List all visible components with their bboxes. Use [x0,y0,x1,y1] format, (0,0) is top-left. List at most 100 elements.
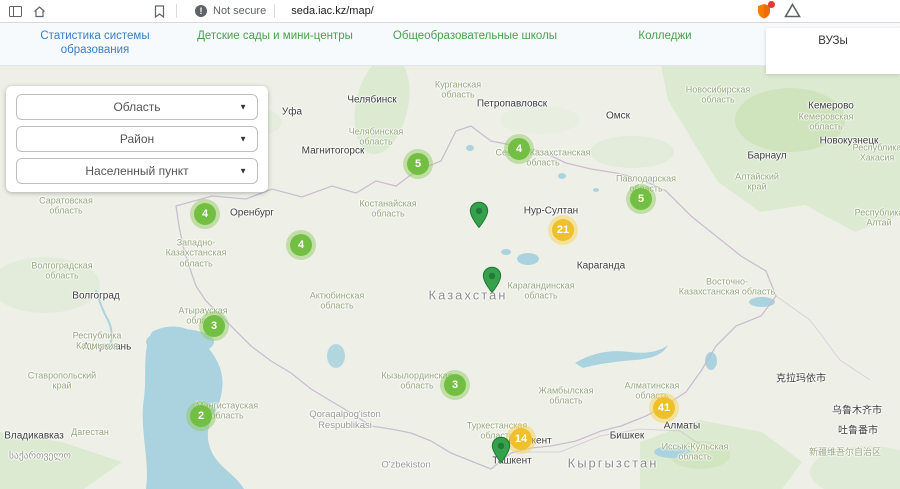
tab-schools[interactable]: Общеобразовательные школы [385,29,565,43]
map-label-foreign: Qoraqalpog'iston Respublikasi [290,410,400,432]
cluster-count: 3 [203,315,225,337]
chevron-down-icon: ▼ [239,103,247,112]
map-label-region: Ставропольский край [20,371,105,392]
map-label-city: Нур-Султан [524,205,578,217]
cluster-marker-green[interactable]: 4 [190,199,220,229]
pin-marker[interactable] [491,436,511,464]
map-label-region: Западно-Казахстанская область [149,237,244,268]
map-label-city: Новокузнецк [820,135,879,147]
map-label-region: Актюбинская область [296,291,378,312]
security-label[interactable]: Not secure [213,5,266,17]
map-filter-panel: Область ▼ Район ▼ Населенный пункт ▼ [6,86,268,192]
map-label-city: Петропавловск [477,98,547,110]
map-label-region: Саратовская область [27,196,105,217]
cluster-marker-green[interactable]: 3 [199,311,229,341]
cluster-marker-green[interactable]: 4 [286,230,316,260]
cluster-count: 5 [630,188,652,210]
cluster-marker-yellow[interactable]: 41 [649,393,679,423]
map-label-foreign: O'zbekiston [381,461,430,472]
address-divider [176,4,177,18]
page: Уфа Челябинск Петропавловск Омск Кемерово Нов… [0,0,900,489]
cluster-count: 2 [190,405,212,427]
map-label-region: Республика Хакасия [840,143,900,164]
sidebar-icon[interactable] [6,2,24,20]
map-label-region: Кемеровская область [786,112,866,133]
cluster-marker-green[interactable]: 4 [504,134,534,164]
browser-chrome: ! Not secure seda.iac.kz/map/ [0,0,900,23]
cluster-count: 3 [444,374,466,396]
settlement-dropdown-label: Населенный пункт [85,164,188,178]
region-dropdown[interactable]: Область ▼ [16,94,258,120]
tab-label: Общеобразовательные школы [393,30,557,42]
map-label-country: Кыргызстан [568,457,659,472]
map-label-region: Алтайский край [727,172,787,193]
chevron-down-icon: ▼ [239,135,247,144]
map-label-city: Кемерово [808,100,854,112]
adblock-shield-icon[interactable] [756,3,772,19]
map-label-city: Караганда [577,260,625,272]
map-label-city: Волгоград [72,290,119,302]
map-label-region: Волгоградская область [20,261,105,282]
tab-kindergartens[interactable]: Детские сады и мини-центры [195,29,355,43]
tab-label: ВУЗы [818,35,848,47]
map-label-city: 吐鲁番市 [838,425,878,437]
map-label-foreign: საქართველო [9,452,71,463]
chevron-down-icon: ▼ [239,167,247,176]
cluster-marker-green[interactable]: 3 [440,370,470,400]
tab-label: Колледжи [638,30,691,42]
map-label-city: Магнитогорск [302,145,365,157]
extension-triangle-icon[interactable] [784,5,800,18]
cluster-count: 21 [552,219,574,241]
map-canvas[interactable]: Уфа Челябинск Петропавловск Омск Кемерово Нов… [0,0,900,489]
cluster-count: 4 [508,138,530,160]
map-label-city: 乌鲁木齐市 [832,405,882,417]
cluster-marker-green[interactable]: 5 [403,149,433,179]
cluster-count: 14 [510,428,532,450]
home-icon[interactable] [30,2,48,20]
map-label-city: Барнаул [747,150,786,162]
extension-icons [756,3,800,19]
map-label-region: Иссык-Кульская область [648,442,743,463]
pin-marker[interactable] [469,201,489,229]
url-text[interactable]: seda.iac.kz/map/ [291,5,374,17]
district-dropdown-label: Район [120,132,154,146]
map-label-city: Бишкек [610,430,645,442]
map-label-region: Костанайская область [347,199,429,220]
cluster-count: 4 [194,203,216,225]
map-label-city: Уфа [282,106,302,118]
map-label-region: Курганская область [423,80,493,101]
address-divider [274,4,275,18]
map-label-region: Республика Калмыкия [56,331,138,352]
pin-marker[interactable] [482,266,502,294]
map-label-region: Дагестан [60,427,120,437]
district-dropdown[interactable]: Район ▼ [16,126,258,152]
map-label-city: Омск [606,110,630,122]
info-icon[interactable]: ! [195,5,207,17]
map-marker-layer: Уфа Челябинск Петропавловск Омск Кемерово Нов… [0,0,900,489]
map-label-city: Челябинск [347,94,396,106]
cluster-count: 5 [407,153,429,175]
cluster-count: 4 [290,234,312,256]
map-label-region: Новосибирская область [671,85,766,106]
tab-label: Детские сады и мини-центры [197,30,353,42]
extension-badge [768,1,775,8]
tab-education-statistics[interactable]: Статистика системы образования [30,29,160,58]
map-label-region: Карагандинская область [495,281,587,302]
bookmark-icon[interactable] [150,2,168,20]
cluster-marker-yellow[interactable]: 21 [548,215,578,245]
map-label-region: Республика Алтай [844,208,900,229]
map-label-region: 新疆维吾尔自治区 [809,447,881,457]
map-label-region: Восточно-Казахстанская область [677,277,777,298]
cluster-count: 41 [653,397,675,419]
site-nav-bar: Статистика системы образования Детские с… [0,22,900,66]
tab-label: Статистика системы образования [40,30,149,56]
map-label-region: Челябинская область [336,127,416,148]
map-label-city: Оренбург [230,207,274,219]
region-dropdown-label: Область [113,100,160,114]
tab-universities-active[interactable]: ВУЗы [766,28,900,74]
cluster-marker-green[interactable]: 2 [186,401,216,431]
cluster-marker-green[interactable]: 5 [626,184,656,214]
tab-colleges[interactable]: Колледжи [615,29,715,43]
map-label-city: Астрахань [83,341,132,353]
settlement-dropdown[interactable]: Населенный пункт ▼ [16,158,258,184]
